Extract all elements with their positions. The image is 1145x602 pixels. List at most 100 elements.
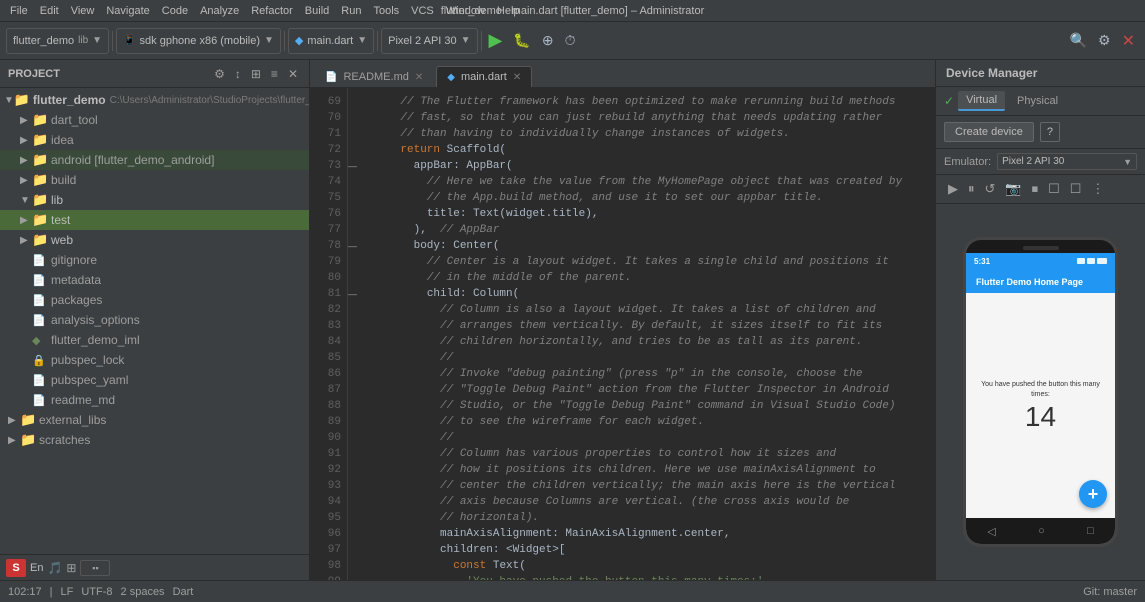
create-device-button[interactable]: Create device	[944, 122, 1034, 142]
settings-button[interactable]: ⚙	[1094, 30, 1115, 51]
line-num-91: 91	[318, 446, 341, 462]
code-gutter: — — —	[348, 88, 362, 580]
readme-label: readme_md	[51, 393, 115, 407]
tree-item-flutter-iml[interactable]: ◆ flutter_demo_iml	[0, 330, 309, 350]
emu-more-btn[interactable]: ⋮	[1087, 179, 1108, 199]
phone-counter-value: 14	[1025, 403, 1056, 431]
sidebar-tool-close[interactable]: ✕	[285, 66, 301, 82]
menu-run[interactable]: Run	[335, 3, 367, 19]
tree-item-android[interactable]: ▶ 📁 android [flutter_demo_android]	[0, 150, 309, 170]
line-num-70: 70	[318, 110, 341, 126]
menu-vcs[interactable]: VCS	[405, 3, 440, 19]
tree-item-web[interactable]: ▶ 📁 web	[0, 230, 309, 250]
phone-back-btn[interactable]: ◁	[987, 525, 995, 538]
phone-fab[interactable]: +	[1079, 480, 1107, 508]
close-notification-button[interactable]: ✕	[1118, 29, 1139, 53]
tree-item-scratches[interactable]: ▶ 📁 scratches	[0, 430, 309, 450]
tab-readme[interactable]: 📄 README.md ✕	[314, 66, 434, 87]
tree-item-lib[interactable]: ▼ 📁 lib	[0, 190, 309, 210]
tree-item-pubspec-yaml[interactable]: 📄 pubspec_yaml	[0, 370, 309, 390]
emulator-device-selector[interactable]: Pixel 2 API 30 ▼	[997, 153, 1137, 170]
fold-column-icon[interactable]: —	[348, 286, 362, 302]
line-num-93: 93	[318, 478, 341, 494]
tree-item-external-libs[interactable]: ▶ 📁 external_libs	[0, 410, 309, 430]
tab-main[interactable]: ◆ main.dart ✕	[436, 66, 532, 87]
status-lf: LF	[61, 586, 74, 598]
tree-item-readme[interactable]: 📄 readme_md	[0, 390, 309, 410]
run-button[interactable]: ▶	[485, 28, 507, 53]
emu-reload-btn[interactable]: ↺	[981, 179, 1000, 199]
menu-analyze[interactable]: Analyze	[194, 3, 245, 19]
profile-button[interactable]: ⏱	[561, 30, 580, 51]
sdk-selector[interactable]: 📱 sdk gphone x86 (mobile) ▼	[116, 28, 281, 54]
menu-edit[interactable]: Edit	[34, 3, 65, 19]
lang-s-badge[interactable]: S	[6, 559, 26, 577]
phone-menu-btn[interactable]: □	[1087, 525, 1094, 537]
sdk-chevron-icon: ▼	[264, 35, 274, 46]
flutter-iml-label: flutter_demo_iml	[51, 333, 140, 347]
debug-button[interactable]: 🐛	[509, 30, 534, 51]
menu-code[interactable]: Code	[156, 3, 194, 19]
pubspec-yaml-icon: 📄	[32, 374, 48, 387]
tree-item-test[interactable]: ▶ 📁 test	[0, 210, 309, 230]
fold-appbar-icon[interactable]: —	[348, 158, 362, 174]
run-with-coverage-button[interactable]: ⊕	[538, 30, 558, 51]
phone-signal-icon	[1087, 258, 1095, 264]
emu-window-btn[interactable]: ☐	[1044, 179, 1064, 199]
tree-item-analysis-options[interactable]: 📄 analysis_options	[0, 310, 309, 330]
dart-file-icon: ◆	[295, 34, 303, 47]
line-num-95: 95	[318, 510, 341, 526]
web-label: web	[51, 233, 73, 247]
menu-tools[interactable]: Tools	[367, 3, 405, 19]
menu-view[interactable]: View	[65, 3, 101, 19]
sidebar-tool-gear[interactable]: ≡	[268, 66, 281, 82]
tree-item-gitignore[interactable]: 📄 gitignore	[0, 250, 309, 270]
emulator-controls: ▶ ⏸ ↺ 📷 ⏹ ☐ ☐ ⋮	[936, 175, 1145, 204]
tree-item-flutter-demo[interactable]: ▼ 📁 flutter_demo C:\Users\Administrator\…	[0, 90, 309, 110]
readme-tab-label: README.md	[343, 71, 408, 83]
menu-refactor[interactable]: Refactor	[245, 3, 299, 19]
tree-item-build[interactable]: ▶ 📁 build	[0, 170, 309, 190]
search-everywhere-button[interactable]: 🔍	[1066, 30, 1091, 51]
readme-tab-close[interactable]: ✕	[415, 72, 423, 83]
line-num-74: 74	[318, 174, 341, 190]
fold-body-icon[interactable]: —	[348, 238, 362, 254]
menu-file[interactable]: File	[4, 3, 34, 19]
emu-camera-btn[interactable]: 📷	[1001, 179, 1025, 199]
ext-libs-arrow-icon: ▶	[8, 415, 20, 426]
emu-pause-btn[interactable]: ⏸	[964, 179, 979, 199]
sidebar-tool-expand[interactable]: ⊞	[248, 66, 264, 82]
sidebar-layout-btn[interactable]: ▪▪	[80, 560, 110, 576]
sidebar-tool-cog[interactable]: ⚙	[211, 66, 228, 82]
tab-physical[interactable]: Physical	[1009, 92, 1066, 110]
code-content[interactable]: // The Flutter framework has been optimi…	[362, 88, 935, 580]
tab-virtual[interactable]: Virtual	[958, 91, 1005, 111]
emu-stop-btn[interactable]: ⏹	[1028, 179, 1043, 199]
emu-window2-btn[interactable]: ☐	[1066, 179, 1086, 199]
editor-area: 📄 README.md ✕ ◆ main.dart ✕ 69 70 71 72 …	[310, 60, 935, 580]
help-button[interactable]: ?	[1040, 122, 1060, 142]
main-tab-close[interactable]: ✕	[513, 72, 521, 83]
web-arrow-icon: ▶	[20, 235, 32, 246]
gitignore-label: gitignore	[51, 253, 97, 267]
pubspec-yaml-label: pubspec_yaml	[51, 373, 128, 387]
emu-play-btn[interactable]: ▶	[944, 179, 962, 199]
phone-home-btn[interactable]: ○	[1038, 525, 1045, 537]
tree-item-idea[interactable]: ▶ 📁 idea	[0, 130, 309, 150]
run-config-selector[interactable]: ◆ main.dart ▼	[288, 28, 374, 54]
tree-item-dart-tool[interactable]: ▶ 📁 dart_tool	[0, 110, 309, 130]
device-chevron-icon: ▼	[461, 35, 471, 46]
tree-item-packages[interactable]: 📄 packages	[0, 290, 309, 310]
line-num-83: 83	[318, 318, 341, 334]
project-selector[interactable]: flutter_demo lib ▼	[6, 28, 109, 54]
lib-folder-icon: 📁	[32, 192, 48, 208]
menu-navigate[interactable]: Navigate	[100, 3, 155, 19]
phone-screen: 5:31 Flutter Demo Home Page You have pu	[966, 253, 1115, 544]
tree-item-metadata[interactable]: 📄 metadata	[0, 270, 309, 290]
tree-item-pubspec-lock[interactable]: 🔒 pubspec_lock	[0, 350, 309, 370]
menu-build[interactable]: Build	[299, 3, 335, 19]
sidebar-tool-sort[interactable]: ↕	[232, 66, 244, 82]
device-selector[interactable]: Pixel 2 API 30 ▼	[381, 28, 477, 54]
tree-view: ▼ 📁 flutter_demo C:\Users\Administrator\…	[0, 88, 309, 554]
line-num-82: 82	[318, 302, 341, 318]
